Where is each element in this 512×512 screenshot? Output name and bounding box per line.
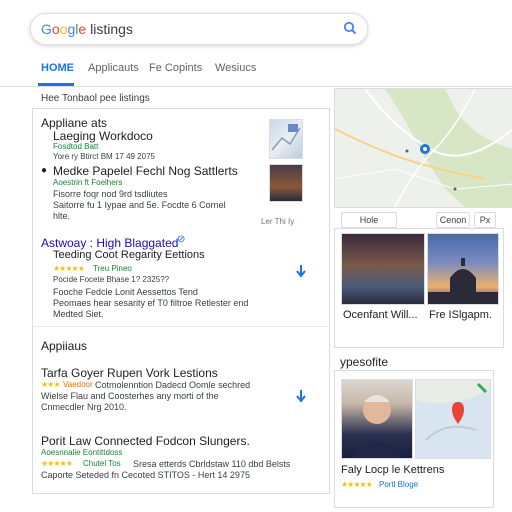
rating-stars-icon: ★★★ <box>41 380 60 389</box>
listings-card: Appliane ats Laeging Workdoco Fosdtod Ba… <box>32 108 330 328</box>
card-heading: Appliane ats <box>41 116 108 130</box>
section-title: ypesofite <box>340 355 389 369</box>
result-meta: Yore ry Btirct BM 17 49 2075 <box>53 152 155 161</box>
person-avatar-icon <box>352 395 402 458</box>
tab-wesiucs[interactable]: Wesiucs <box>215 62 256 74</box>
result-title[interactable]: Tarfa Goyer Rupen Vork Lestions <box>41 366 218 380</box>
tab-applicants[interactable]: Applicauts <box>88 62 139 74</box>
result-snippet: Medted Siet. <box>53 309 104 319</box>
applicants-card: Appiiaus Tarfa Goyer Rupen Vork Lestions… <box>32 326 330 494</box>
person-title[interactable]: Faly Locp le Kettrens <box>341 464 444 476</box>
result-subtitle[interactable]: Teeding Coot Regarity Eettions <box>53 249 205 261</box>
photo-caption[interactable]: Ocenfant Will... <box>343 309 418 321</box>
px-button[interactable]: Px <box>474 212 496 228</box>
map-thumb-icon <box>271 124 301 151</box>
person-card: Faly Locp le Kettrens ★★★★★ Portl Bloge <box>334 370 494 508</box>
search-bar[interactable]: Google listings <box>30 13 368 45</box>
rating-label: Chutel Tos <box>83 459 121 468</box>
map-graphic <box>335 89 512 207</box>
result-snippet: Peomaes hear sesarity ef T0 filtroe Retl… <box>53 298 249 308</box>
crowd-photo[interactable] <box>341 233 425 305</box>
person-photo[interactable] <box>341 379 413 459</box>
result-meta: Sresa etterds Cbrldstaw 110 dbd Belsts <box>133 459 291 469</box>
person-subtitle[interactable]: Portl Bloge <box>379 480 418 489</box>
result-snippet: Caporte Seteded fn Cecoted STITOS - Hert… <box>41 470 250 480</box>
result-url[interactable]: Fosdtod Batt <box>53 142 98 151</box>
dome-icon <box>428 258 498 304</box>
arrow-down-icon[interactable] <box>295 389 307 403</box>
search-query[interactable]: Google listings <box>41 21 133 37</box>
rating-stars-icon: ★★★★★ <box>41 459 73 468</box>
card-heading: Appiiaus <box>41 339 88 353</box>
bullet-icon: ● <box>41 165 48 176</box>
result-url[interactable]: Vaedoor <box>63 380 93 389</box>
search-icon[interactable] <box>343 21 357 35</box>
photo-card: Ocenfant Will... Fre ISlgapm. <box>334 228 504 348</box>
tab-copints[interactable]: Fe Copints <box>149 62 202 74</box>
result-snippet: Cnmecdler Nrg 2010. <box>41 402 127 412</box>
result-url[interactable]: Aoestrin ft Foelhers <box>53 178 122 187</box>
rating-stars-icon: ★★★★★ <box>53 264 85 273</box>
map-thumbnail[interactable] <box>269 119 303 159</box>
cenon-button[interactable]: Cenon <box>436 212 470 228</box>
location-map-thumbnail[interactable] <box>415 379 491 459</box>
result-snippet: Saitorre fu 1 Iypae and 5e. Focdte 6 Cor… <box>53 200 226 210</box>
crowd-thumbnail[interactable] <box>269 164 303 202</box>
active-tab-indicator <box>38 83 74 86</box>
result-snippet: Wielse Flau and Coosterhes any morti of … <box>41 391 219 401</box>
result-snippet: Fisorre foqr nod 9rd tsdliutes <box>53 189 168 199</box>
search-query-text: listings <box>90 21 133 37</box>
result-title[interactable]: Laeging Workdoco <box>53 129 153 143</box>
arrow-down-icon[interactable] <box>295 264 307 278</box>
result-snippet: hlte. <box>53 211 71 221</box>
google-logo: Google <box>41 21 87 37</box>
result-meta: Pocide Focete Bhase 1? 2325?? <box>53 275 170 284</box>
photo-caption[interactable]: Fre ISlgapm. <box>429 309 492 321</box>
result-title[interactable]: Medke Papelel Fechl Nog Sattlerts <box>53 164 238 178</box>
nav-bar: HOME Applicauts Fe Copints Wesiucs <box>0 52 512 87</box>
result-title[interactable]: Astwoay : High Blaggated <box>41 236 178 250</box>
landmark-photo[interactable] <box>427 233 499 305</box>
verified-icon: ⊘ <box>177 234 186 245</box>
result-title[interactable]: Porit Law Connected Fodcon Slungers. <box>41 434 250 448</box>
result-url[interactable]: Aoesnnalie Eontittdoss <box>41 448 122 457</box>
result-snippet: Fooche Fedcle Lonit Aessettos Tend <box>53 287 198 297</box>
result-desc: Cotmolenntion Dadecd Oomle sechred <box>95 380 251 390</box>
map-panel[interactable] <box>334 88 512 208</box>
tab-home[interactable]: HOME <box>41 62 74 74</box>
rating-stars-icon: ★★★★★ <box>341 480 373 489</box>
map-pin-icon <box>416 382 490 458</box>
result-side-note: Ler Thi Iy <box>261 217 295 226</box>
rating-label: Treu Pineo <box>93 264 132 273</box>
breadcrumb: Hee Tonbaol pee listings <box>41 93 150 104</box>
hole-button[interactable]: Hole <box>341 212 397 228</box>
